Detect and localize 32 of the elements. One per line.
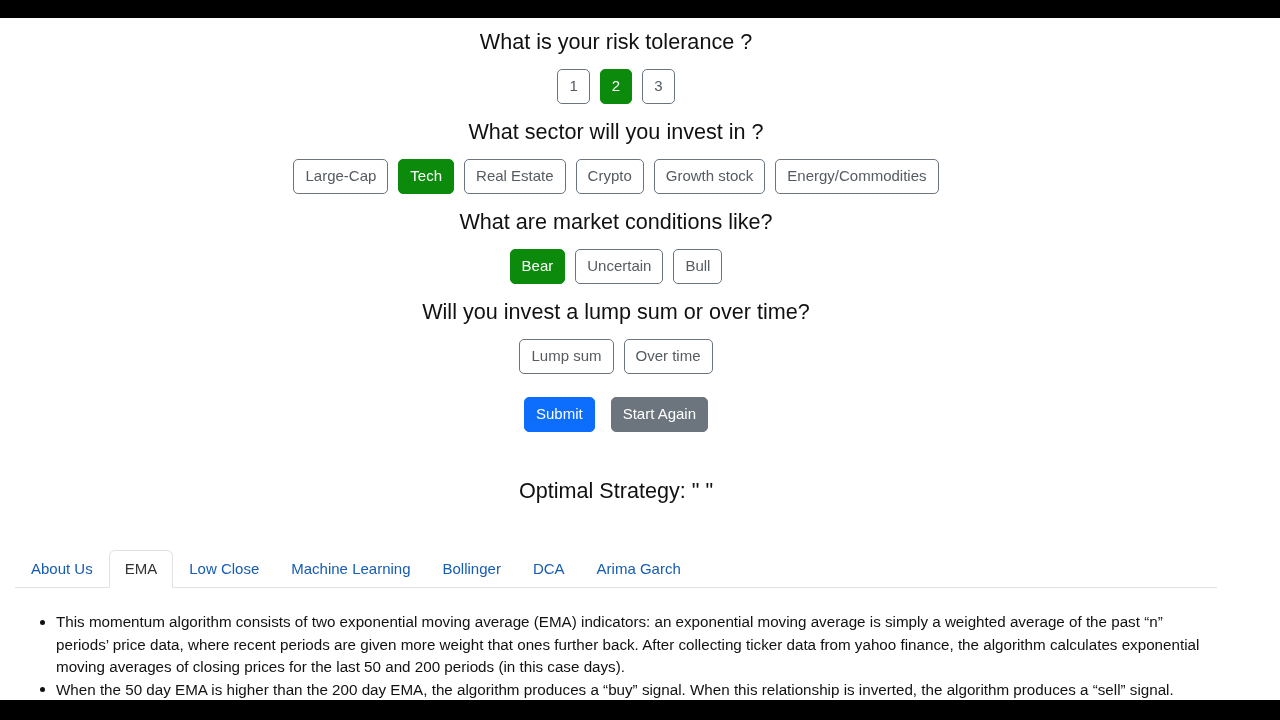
question-heading: What is your risk tolerance ? <box>479 29 753 55</box>
tab[interactable]: Arima Garch <box>580 550 697 588</box>
tab[interactable]: EMA <box>108 550 174 588</box>
bullet-icon <box>40 687 45 693</box>
option-button[interactable]: Real Estate <box>464 159 566 194</box>
question-heading: Will you invest a lump sum or over time? <box>422 299 810 325</box>
option-button[interactable]: 1 <box>557 69 590 104</box>
option-button[interactable]: Over time <box>623 339 713 374</box>
option-button[interactable]: Large-Cap <box>293 159 389 194</box>
bullet-text: This momentum algorithm consists of two exponential moving average (EMA) indicators: an exponential moving average is simply a weighted average of the past “n” periods’ price data, where recent periods are given more weight that ones further back. After collecting ticker data from yahoo finance, the algorithm calculates exponential moving averages of closing prices for the last 50 and 200 periods (in this case days). <box>56 612 1201 677</box>
result-heading: Optimal Strategy: " " <box>518 478 714 504</box>
tab[interactable]: DCA <box>516 550 581 588</box>
question-heading: What sector will you invest in ? <box>468 119 764 145</box>
option-button[interactable]: Lump sum <box>519 339 614 374</box>
tab[interactable]: Machine Learning <box>275 550 427 588</box>
option-button[interactable]: Bear <box>509 249 566 284</box>
option-button[interactable]: Growth stock <box>653 159 766 194</box>
option-button[interactable]: 3 <box>642 69 675 104</box>
option-button[interactable]: Crypto <box>575 159 644 194</box>
question-heading: What are market conditions like? <box>459 209 773 235</box>
option-button[interactable]: Uncertain <box>575 249 664 284</box>
bullet-icon <box>40 619 45 625</box>
option-button[interactable]: Energy/Commodities <box>775 159 939 194</box>
option-button[interactable]: Bull <box>673 249 723 284</box>
tab[interactable]: Bollinger <box>426 550 517 588</box>
action-button[interactable]: Start Again <box>610 397 709 432</box>
tab[interactable]: Low Close <box>173 550 276 588</box>
option-button[interactable]: 2 <box>599 69 633 104</box>
tab[interactable]: About Us <box>15 550 109 588</box>
option-button[interactable]: Tech <box>398 159 455 194</box>
action-button[interactable]: Submit <box>523 397 595 432</box>
bullet-text: When the 50 day EMA is higher than the 200 day EMA, the algorithm produces a “buy” signal. When this relationship is inverted, the algorithm produces a “sell” signal. <box>56 679 1175 700</box>
